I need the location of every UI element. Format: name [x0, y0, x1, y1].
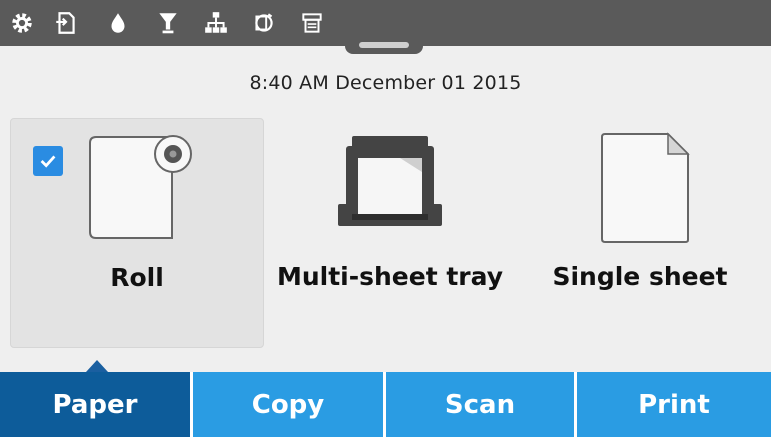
- multi-sheet-tray-icon: [338, 136, 442, 226]
- source-label-roll: Roll: [110, 263, 164, 292]
- single-sheet-icon: [601, 132, 690, 243]
- bottom-tab-bar: Paper Copy Scan Print: [0, 372, 771, 437]
- printhead-icon[interactable]: [154, 9, 182, 37]
- source-label-multi-sheet-tray: Multi-sheet tray: [276, 262, 504, 291]
- tab-print[interactable]: Print: [577, 372, 771, 437]
- job-queue-icon[interactable]: [298, 9, 326, 37]
- source-label-single-sheet: Single sheet: [552, 262, 728, 291]
- document-icon[interactable]: [52, 9, 80, 37]
- source-option-roll[interactable]: Roll: [10, 118, 264, 348]
- roll-paper-icon: [89, 135, 192, 239]
- tab-scan[interactable]: Scan: [386, 372, 574, 437]
- pull-down-handle[interactable]: [345, 40, 423, 54]
- tab-paper[interactable]: Paper: [0, 372, 190, 437]
- network-icon[interactable]: [202, 9, 230, 37]
- date-time: 8:40 AM December 01 2015: [249, 72, 522, 94]
- source-option-multi-sheet-tray[interactable]: Multi-sheet tray: [270, 118, 510, 348]
- ink-drop-icon[interactable]: [104, 9, 132, 37]
- handle-grip: [359, 42, 409, 48]
- gear-icon[interactable]: [8, 9, 36, 37]
- paper-source-icon[interactable]: [250, 9, 278, 37]
- selected-checkbox: [33, 146, 63, 176]
- active-tab-pointer: [86, 360, 108, 372]
- tab-copy[interactable]: Copy: [193, 372, 383, 437]
- source-option-single-sheet[interactable]: Single sheet: [515, 118, 765, 348]
